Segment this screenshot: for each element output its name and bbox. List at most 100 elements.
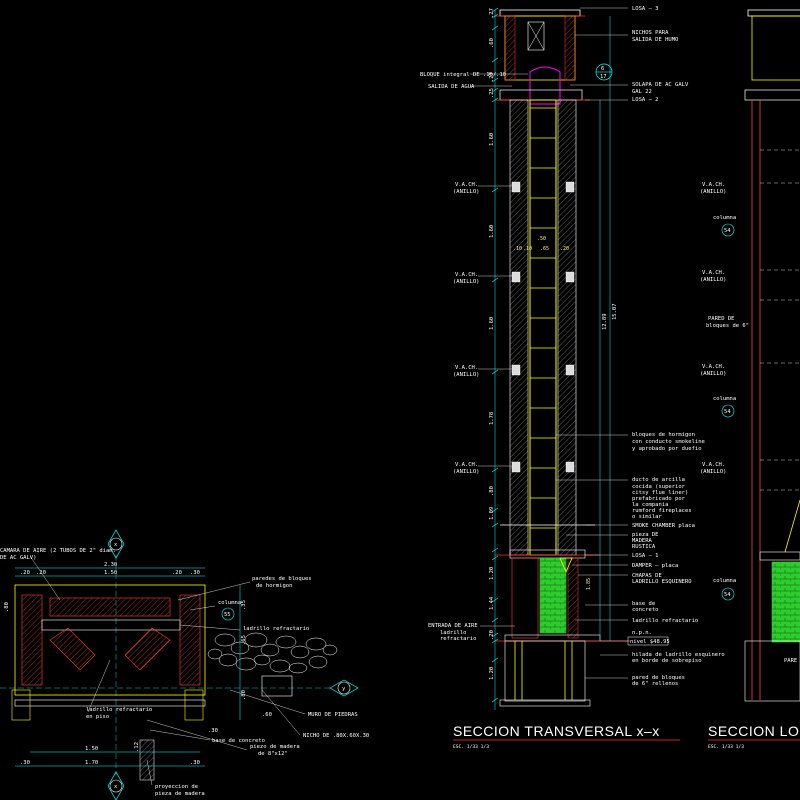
label-nivel: nivel $48.95 (630, 639, 670, 645)
flue-cap (529, 66, 561, 105)
long-columna-3: columna (713, 578, 736, 584)
long-smoke-chamber (784, 499, 800, 553)
long-hearth (759, 551, 800, 561)
vdim-11: 1.20 (489, 567, 495, 580)
stone (235, 657, 257, 671)
label-solapa-1: SOLAPA DE AC GALV (632, 82, 689, 88)
label-solapa-2: GAL 22 (632, 89, 652, 95)
plan-w-inner: 1.50 (104, 570, 117, 576)
stone (260, 643, 280, 657)
stone (269, 659, 291, 673)
firebox-brick (539, 557, 567, 634)
footing (504, 640, 586, 702)
label-vach-1a: V.A.CH. (455, 182, 478, 188)
axis-right-label: y (342, 686, 346, 692)
vach-ring-right (565, 181, 575, 193)
long-vach-4b: (ANILLO) (700, 469, 727, 475)
title-transversal: SECCION TRANSVERSAL x–x (453, 723, 660, 739)
vach-ring-right (565, 364, 575, 376)
vach-ring-left (511, 364, 521, 376)
label-bloques-1: bloques de hormigon (632, 432, 695, 438)
plan-bottom-3: .30 (20, 760, 30, 766)
scale-transversal: ESC. 1/33 1/3 (453, 744, 489, 750)
vdim-2: .60 (489, 38, 495, 48)
label-ducto-7: o similar (632, 514, 662, 520)
label-vach-3b: (ANILLO) (453, 372, 480, 378)
long-losa-2 (744, 89, 800, 101)
plan-bottom-4: .12 (134, 742, 140, 752)
label-entrada-aire: ENTRADA DE AIRE (428, 623, 478, 629)
plan-paredes-1: paredes de bloques (252, 576, 312, 582)
plan-proyeccion-2: pieza de madera (155, 791, 205, 797)
plan-firebox-right (124, 627, 171, 671)
top-wall-right (564, 15, 576, 81)
vdim-5: 1.60 (489, 133, 495, 146)
chimney-top-box (504, 15, 576, 81)
stone (244, 632, 268, 648)
label-ducto-1: ducto de arcilla (632, 477, 685, 483)
plan-bottom-1: 1.50 (85, 746, 98, 752)
label-losa-1: LOSA – 1 (632, 553, 659, 559)
long-pared-2: bloques de 6" (706, 323, 749, 329)
long-columna-1-num: 54 (724, 228, 731, 234)
label-vach-1b: (ANILLO) (453, 189, 480, 195)
label-hilada-2: en borde de sobrepiso (632, 658, 702, 664)
top-wall-left (504, 15, 516, 81)
long-firebox-brick (771, 561, 800, 643)
plan-w-f: .65 (241, 635, 247, 645)
stone (275, 635, 297, 649)
plan-bottom-2: 1.70 (85, 760, 98, 766)
long-columna-2: columna (713, 396, 736, 402)
long-pared-bottom: PARE (784, 658, 797, 664)
section-longitudinal: V.A.CH. (ANILLO) columna 54 V.A.CH. (ANI… (700, 9, 800, 750)
label-salida-agua: SALIDA DE AGUA (428, 84, 475, 90)
label-ladrillo-refractario: ladrillo refractario (632, 618, 698, 624)
long-columna-3-num: 54 (724, 592, 731, 598)
plan-ladrillo-refractario: ladrillo refractario (243, 626, 309, 632)
plan-timber (14, 699, 206, 707)
label-smoke-chamber: SMOKE CHAMBER placa (632, 523, 695, 529)
label-vach-4b: (ANILLO) (453, 469, 480, 475)
dim-inner-e: .10 (523, 246, 532, 252)
vdim-10: 1.09 (489, 507, 495, 520)
dim-inner-c: 1.85 (586, 578, 592, 590)
plan-column-right (184, 689, 204, 721)
long-vach-1b: (ANILLO) (700, 189, 727, 195)
label-damper: DAMPER – placa (632, 563, 678, 569)
vdim-8: 1.78 (489, 412, 495, 425)
long-vach-4a: V.A.CH. (702, 462, 725, 468)
long-vach-2b: (ANILLO) (700, 277, 727, 283)
stone (308, 655, 328, 669)
plan-w-c: .30 (190, 570, 200, 576)
vach-ring-left (511, 181, 521, 193)
label-ladrillo-r2: refractario (440, 636, 476, 642)
cad-drawing-canvas: 6 17 15.07 12.89 .10 .50 .10 .20 .65 1.8… (0, 6, 800, 800)
plan-bottom-5: .30 (190, 760, 200, 766)
label-vach-2b: (ANILLO) (453, 279, 480, 285)
vach-ring-left (511, 271, 521, 283)
plan-back-wall (49, 597, 171, 617)
plan-base-concreto: base de concreto (212, 738, 265, 744)
long-top-box (751, 15, 800, 81)
plan-w-g: .60 (262, 712, 272, 718)
stone (288, 662, 308, 674)
label-base-hormigon-2: concreto (632, 607, 659, 613)
dim-inner-a: .10 (513, 246, 522, 252)
dim-inner-d: .20 (560, 246, 569, 252)
plan-columna-num: 55 (224, 612, 231, 618)
plan-camara-2: DE AC GALV) (0, 555, 36, 561)
dim-total-b: 12.89 (602, 313, 608, 330)
plan-w-d: .35 (241, 600, 247, 610)
plan-lad-piso-2: en piso (86, 714, 109, 720)
label-chapas-2: LADRILLO ESQUINERO (632, 579, 692, 585)
plan-w-total: 2.30 (104, 562, 117, 568)
dim-total-a: 15.07 (612, 303, 618, 320)
vach-ring-right (565, 271, 575, 283)
plan-wall-right (179, 594, 201, 686)
plan-view: x x y 2.30 1.50 .20 .20 .30 .20 .35 .65 … (0, 529, 369, 800)
plan-paredes-2: de hormigon (256, 583, 292, 589)
plan-w-b: .20 (36, 570, 46, 576)
long-vach-2a: V.A.CH. (702, 270, 725, 276)
plan-firebox-left (49, 627, 96, 671)
plan-wall-left (21, 594, 43, 686)
